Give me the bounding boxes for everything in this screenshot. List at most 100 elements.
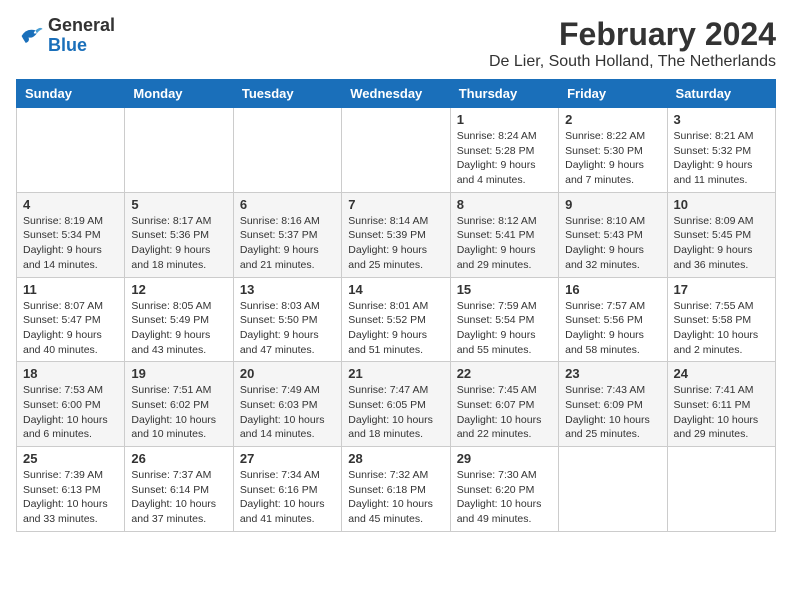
day-number: 3 [674, 112, 769, 127]
day-info: Sunrise: 7:57 AM Sunset: 5:56 PM Dayligh… [565, 299, 660, 358]
calendar-cell: 17 Sunrise: 7:55 AM Sunset: 5:58 PM Dayli… [667, 277, 775, 362]
day-info: Sunrise: 7:34 AM Sunset: 6:16 PM Dayligh… [240, 468, 335, 527]
day-number: 10 [674, 197, 769, 212]
calendar-cell: 23 Sunrise: 7:43 AM Sunset: 6:09 PM Dayli… [559, 362, 667, 447]
day-number: 7 [348, 197, 443, 212]
day-number: 11 [23, 282, 118, 297]
calendar-table: SundayMondayTuesdayWednesdayThursdayFrid… [16, 79, 776, 532]
logo-blue: Blue [48, 36, 115, 56]
day-info: Sunrise: 7:37 AM Sunset: 6:14 PM Dayligh… [131, 468, 226, 527]
weekday-header-sunday: Sunday [17, 80, 125, 108]
calendar-cell [667, 447, 775, 532]
calendar-week-row: 18Sunrise: 7:53 AM Sunset: 6:00 PM Dayli… [17, 362, 776, 447]
logo: General Blue [16, 16, 115, 56]
calendar-cell: 1 Sunrise: 8:24 AM Sunset: 5:28 PM Daylig… [450, 108, 558, 193]
day-number: 27 [240, 451, 335, 466]
day-number: 19 [131, 366, 226, 381]
day-info: Sunrise: 8:10 AM Sunset: 5:43 PM Dayligh… [565, 214, 660, 273]
day-number: 17 [674, 282, 769, 297]
day-info: Sunrise: 8:03 AM Sunset: 5:50 PM Dayligh… [240, 299, 335, 358]
calendar-cell: 4 Sunrise: 8:19 AM Sunset: 5:34 PM Daylig… [17, 192, 125, 277]
calendar-cell: 3 Sunrise: 8:21 AM Sunset: 5:32 PM Daylig… [667, 108, 775, 193]
day-info: Sunrise: 8:07 AM Sunset: 5:47 PM Dayligh… [23, 299, 118, 358]
month-year-title: February 2024 [489, 16, 776, 53]
day-info: Sunrise: 7:43 AM Sunset: 6:09 PM Dayligh… [565, 383, 660, 442]
logo-general: General [48, 16, 115, 36]
day-number: 25 [23, 451, 118, 466]
calendar-week-row: 4 Sunrise: 8:19 AM Sunset: 5:34 PM Daylig… [17, 192, 776, 277]
day-info: Sunrise: 8:05 AM Sunset: 5:49 PM Dayligh… [131, 299, 226, 358]
logo-bird-icon [16, 22, 44, 50]
calendar-cell: 14 Sunrise: 8:01 AM Sunset: 5:52 PM Dayli… [342, 277, 450, 362]
calendar-cell: 8Sunrise: 8:12 AM Sunset: 5:41 PM Daylig… [450, 192, 558, 277]
day-info: Sunrise: 8:19 AM Sunset: 5:34 PM Dayligh… [23, 214, 118, 273]
day-number: 6 [240, 197, 335, 212]
day-info: Sunrise: 7:39 AM Sunset: 6:13 PM Dayligh… [23, 468, 118, 527]
calendar-cell: 28 Sunrise: 7:32 AM Sunset: 6:18 PM Dayli… [342, 447, 450, 532]
day-number: 24 [674, 366, 769, 381]
day-info: Sunrise: 7:41 AM Sunset: 6:11 PM Dayligh… [674, 383, 769, 442]
day-info: Sunrise: 7:51 AM Sunset: 6:02 PM Dayligh… [131, 383, 226, 442]
calendar-cell: 9 Sunrise: 8:10 AM Sunset: 5:43 PM Daylig… [559, 192, 667, 277]
day-info: Sunrise: 8:24 AM Sunset: 5:28 PM Dayligh… [457, 129, 552, 188]
calendar-cell: 2 Sunrise: 8:22 AM Sunset: 5:30 PM Daylig… [559, 108, 667, 193]
weekday-header-tuesday: Tuesday [233, 80, 341, 108]
day-number: 5 [131, 197, 226, 212]
day-number: 12 [131, 282, 226, 297]
day-info: Sunrise: 7:45 AM Sunset: 6:07 PM Dayligh… [457, 383, 552, 442]
day-info: Sunrise: 7:49 AM Sunset: 6:03 PM Dayligh… [240, 383, 335, 442]
calendar-cell: 18Sunrise: 7:53 AM Sunset: 6:00 PM Dayli… [17, 362, 125, 447]
day-number: 1 [457, 112, 552, 127]
calendar-cell: 25 Sunrise: 7:39 AM Sunset: 6:13 PM Dayli… [17, 447, 125, 532]
weekday-header-monday: Monday [125, 80, 233, 108]
weekday-header-saturday: Saturday [667, 80, 775, 108]
day-number: 23 [565, 366, 660, 381]
calendar-cell: 19 Sunrise: 7:51 AM Sunset: 6:02 PM Dayli… [125, 362, 233, 447]
weekday-header-row: SundayMondayTuesdayWednesdayThursdayFrid… [17, 80, 776, 108]
day-number: 8 [457, 197, 552, 212]
day-info: Sunrise: 7:32 AM Sunset: 6:18 PM Dayligh… [348, 468, 443, 527]
calendar-cell: 11 Sunrise: 8:07 AM Sunset: 5:47 PM Dayli… [17, 277, 125, 362]
day-number: 26 [131, 451, 226, 466]
day-info: Sunrise: 8:14 AM Sunset: 5:39 PM Dayligh… [348, 214, 443, 273]
calendar-cell: 21Sunrise: 7:47 AM Sunset: 6:05 PM Dayli… [342, 362, 450, 447]
calendar-cell: 20 Sunrise: 7:49 AM Sunset: 6:03 PM Dayli… [233, 362, 341, 447]
day-number: 9 [565, 197, 660, 212]
day-info: Sunrise: 8:22 AM Sunset: 5:30 PM Dayligh… [565, 129, 660, 188]
calendar-cell: 27 Sunrise: 7:34 AM Sunset: 6:16 PM Dayli… [233, 447, 341, 532]
day-info: Sunrise: 7:53 AM Sunset: 6:00 PM Dayligh… [23, 383, 118, 442]
weekday-header-thursday: Thursday [450, 80, 558, 108]
day-number: 22 [457, 366, 552, 381]
day-info: Sunrise: 8:17 AM Sunset: 5:36 PM Dayligh… [131, 214, 226, 273]
location-subtitle: De Lier, South Holland, The Netherlands [489, 53, 776, 71]
day-number: 28 [348, 451, 443, 466]
calendar-cell: 22 Sunrise: 7:45 AM Sunset: 6:07 PM Dayli… [450, 362, 558, 447]
day-number: 16 [565, 282, 660, 297]
calendar-cell: 15Sunrise: 7:59 AM Sunset: 5:54 PM Dayli… [450, 277, 558, 362]
calendar-week-row: 11 Sunrise: 8:07 AM Sunset: 5:47 PM Dayli… [17, 277, 776, 362]
calendar-cell: 13Sunrise: 8:03 AM Sunset: 5:50 PM Dayli… [233, 277, 341, 362]
day-info: Sunrise: 8:21 AM Sunset: 5:32 PM Dayligh… [674, 129, 769, 188]
day-info: Sunrise: 8:09 AM Sunset: 5:45 PM Dayligh… [674, 214, 769, 273]
weekday-header-wednesday: Wednesday [342, 80, 450, 108]
day-number: 15 [457, 282, 552, 297]
calendar-cell: 16 Sunrise: 7:57 AM Sunset: 5:56 PM Dayli… [559, 277, 667, 362]
day-number: 2 [565, 112, 660, 127]
day-number: 20 [240, 366, 335, 381]
day-number: 29 [457, 451, 552, 466]
calendar-cell [125, 108, 233, 193]
calendar-cell: 24 Sunrise: 7:41 AM Sunset: 6:11 PM Dayli… [667, 362, 775, 447]
calendar-cell: 5 Sunrise: 8:17 AM Sunset: 5:36 PM Daylig… [125, 192, 233, 277]
calendar-cell [233, 108, 341, 193]
weekday-header-friday: Friday [559, 80, 667, 108]
calendar-cell: 29Sunrise: 7:30 AM Sunset: 6:20 PM Dayli… [450, 447, 558, 532]
day-info: Sunrise: 8:01 AM Sunset: 5:52 PM Dayligh… [348, 299, 443, 358]
day-number: 14 [348, 282, 443, 297]
page-header: General Blue February 2024 De Lier, Sout… [16, 16, 776, 71]
calendar-week-row: 1 Sunrise: 8:24 AM Sunset: 5:28 PM Daylig… [17, 108, 776, 193]
calendar-cell [17, 108, 125, 193]
day-info: Sunrise: 7:55 AM Sunset: 5:58 PM Dayligh… [674, 299, 769, 358]
calendar-cell: 6Sunrise: 8:16 AM Sunset: 5:37 PM Daylig… [233, 192, 341, 277]
day-number: 4 [23, 197, 118, 212]
title-section: February 2024 De Lier, South Holland, Th… [489, 16, 776, 71]
